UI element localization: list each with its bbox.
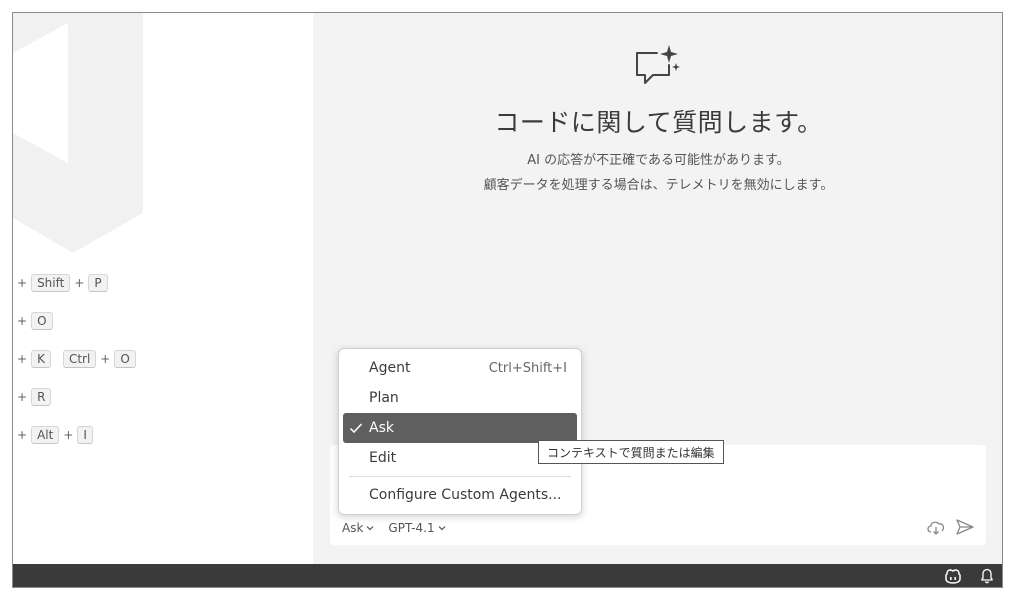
chat-telemetry-note: 顧客データを処理する場合は、テレメトリを無効にします。 [483, 178, 834, 193]
checkmark-icon [349, 423, 363, 434]
mode-picker[interactable]: Ask [342, 521, 374, 535]
ask-mode-tooltip: コンテキストで質問または編集 [538, 440, 724, 464]
menu-item-label: Configure Custom Agents... [369, 487, 562, 503]
cloud-icon[interactable] [926, 519, 946, 535]
key-shift: Shift [31, 274, 71, 292]
plus-sign: + [74, 276, 85, 290]
menu-item-plan[interactable]: Plan [343, 383, 577, 413]
menu-item-agent[interactable]: Agent Ctrl+Shift+I [343, 353, 577, 383]
key-i: I [77, 426, 93, 444]
mode-dropdown-menu: Agent Ctrl+Shift+I Plan Ask Edit Configu… [338, 348, 582, 515]
vscode-watermark-icon [13, 13, 143, 253]
chat-title: コードに関して質問します。 [494, 108, 823, 137]
menu-item-label: Plan [369, 390, 399, 406]
shortcut-row-open-folder: + K Ctrl + O [17, 349, 136, 369]
bell-icon[interactable] [980, 568, 994, 584]
menu-item-configure-custom-agents[interactable]: Configure Custom Agents... [343, 480, 577, 510]
chevron-down-icon [366, 526, 374, 531]
menu-separator [349, 476, 571, 477]
plus-sign: + [17, 428, 28, 442]
menu-item-label: Edit [369, 450, 397, 466]
plus-sign: + [63, 428, 74, 442]
plus-sign: + [17, 352, 28, 366]
chat-sparkle-icon [636, 45, 680, 84]
key-ctrl: Ctrl [62, 350, 97, 368]
copilot-icon[interactable] [944, 568, 962, 584]
plus-sign: + [17, 390, 28, 404]
key-k: K [31, 350, 51, 368]
shortcut-row-open: + O [17, 311, 53, 331]
shortcut-row-chat: + Alt + I [17, 425, 93, 445]
key-o: O [114, 350, 136, 368]
status-bar-icons [944, 568, 994, 584]
model-picker[interactable]: GPT-4.1 [388, 521, 446, 535]
chevron-down-icon [438, 526, 446, 531]
menu-item-label: Ask [369, 420, 394, 436]
plus-sign: + [17, 314, 28, 328]
menu-item-ask[interactable]: Ask [343, 413, 577, 443]
mode-picker-label: Ask [342, 521, 364, 535]
chat-input-toolbar: Ask GPT-4.1 [342, 521, 446, 535]
shortcut-row-command-palette: + Shift + P [17, 273, 108, 293]
key-r: R [31, 388, 52, 406]
shortcut-row-recent: + R [17, 387, 52, 407]
chat-input-actions [926, 519, 974, 535]
send-icon[interactable] [956, 519, 974, 535]
model-picker-label: GPT-4.1 [388, 521, 435, 535]
plus-sign: + [100, 352, 111, 366]
chat-disclaimer: AI の応答が不正確である可能性があります。 [527, 153, 790, 168]
status-bar [13, 564, 1002, 587]
plus-sign: + [17, 276, 28, 290]
key-o: O [31, 312, 53, 330]
menu-item-label: Agent [369, 360, 411, 376]
menu-item-shortcut: Ctrl+Shift+I [488, 360, 567, 376]
key-p: P [88, 274, 108, 292]
app-window: + Shift + P + O + K Ctrl + O + R + Alt +… [12, 12, 1003, 588]
key-alt: Alt [31, 426, 60, 444]
editor-welcome-pane: + Shift + P + O + K Ctrl + O + R + Alt +… [13, 13, 313, 564]
